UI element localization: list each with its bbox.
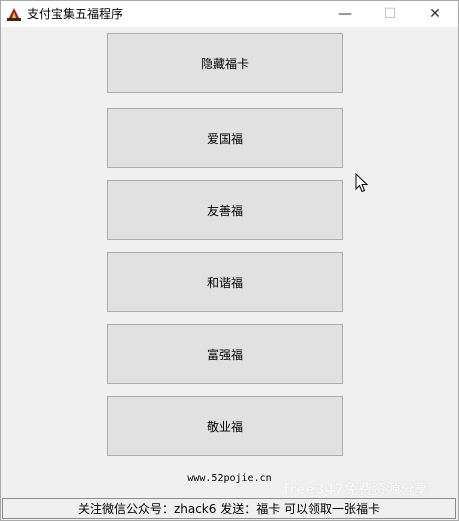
- hide-fu-card-button[interactable]: 隐藏福卡: [107, 33, 343, 93]
- watermark-text: free347免费资源分享: [283, 482, 429, 498]
- minimize-icon: —: [338, 6, 352, 22]
- window-title: 支付宝集五福程序: [27, 7, 124, 21]
- minimize-button[interactable]: —: [322, 1, 368, 27]
- mouse-cursor-icon: [355, 173, 369, 193]
- fuqiang-fu-button[interactable]: 富强福: [107, 324, 343, 384]
- aiguo-fu-button[interactable]: 爱国福: [107, 108, 343, 168]
- status-text: 关注微信公众号：zhack6 发送：福卡 可以领取一张福卡: [77, 502, 381, 516]
- close-button[interactable]: ✕: [412, 1, 458, 27]
- title-bar[interactable]: 支付宝集五福程序 — ☐ ✕: [1, 1, 458, 27]
- status-bar: 关注微信公众号：zhack6 发送：福卡 可以领取一张福卡: [2, 498, 456, 519]
- hexie-fu-button[interactable]: 和谐福: [107, 252, 343, 312]
- maximize-button[interactable]: ☐: [367, 1, 413, 27]
- maximize-icon: ☐: [383, 6, 397, 22]
- youshan-fu-button[interactable]: 友善福: [107, 180, 343, 240]
- app-logo-icon: [7, 8, 21, 21]
- app-window: 支付宝集五福程序 — ☐ ✕ 隐藏福卡 爱国福 友善福 和谐福 富强福 敬业福 …: [0, 0, 459, 521]
- jingye-fu-button[interactable]: 敬业福: [107, 396, 343, 456]
- close-icon: ✕: [429, 6, 441, 22]
